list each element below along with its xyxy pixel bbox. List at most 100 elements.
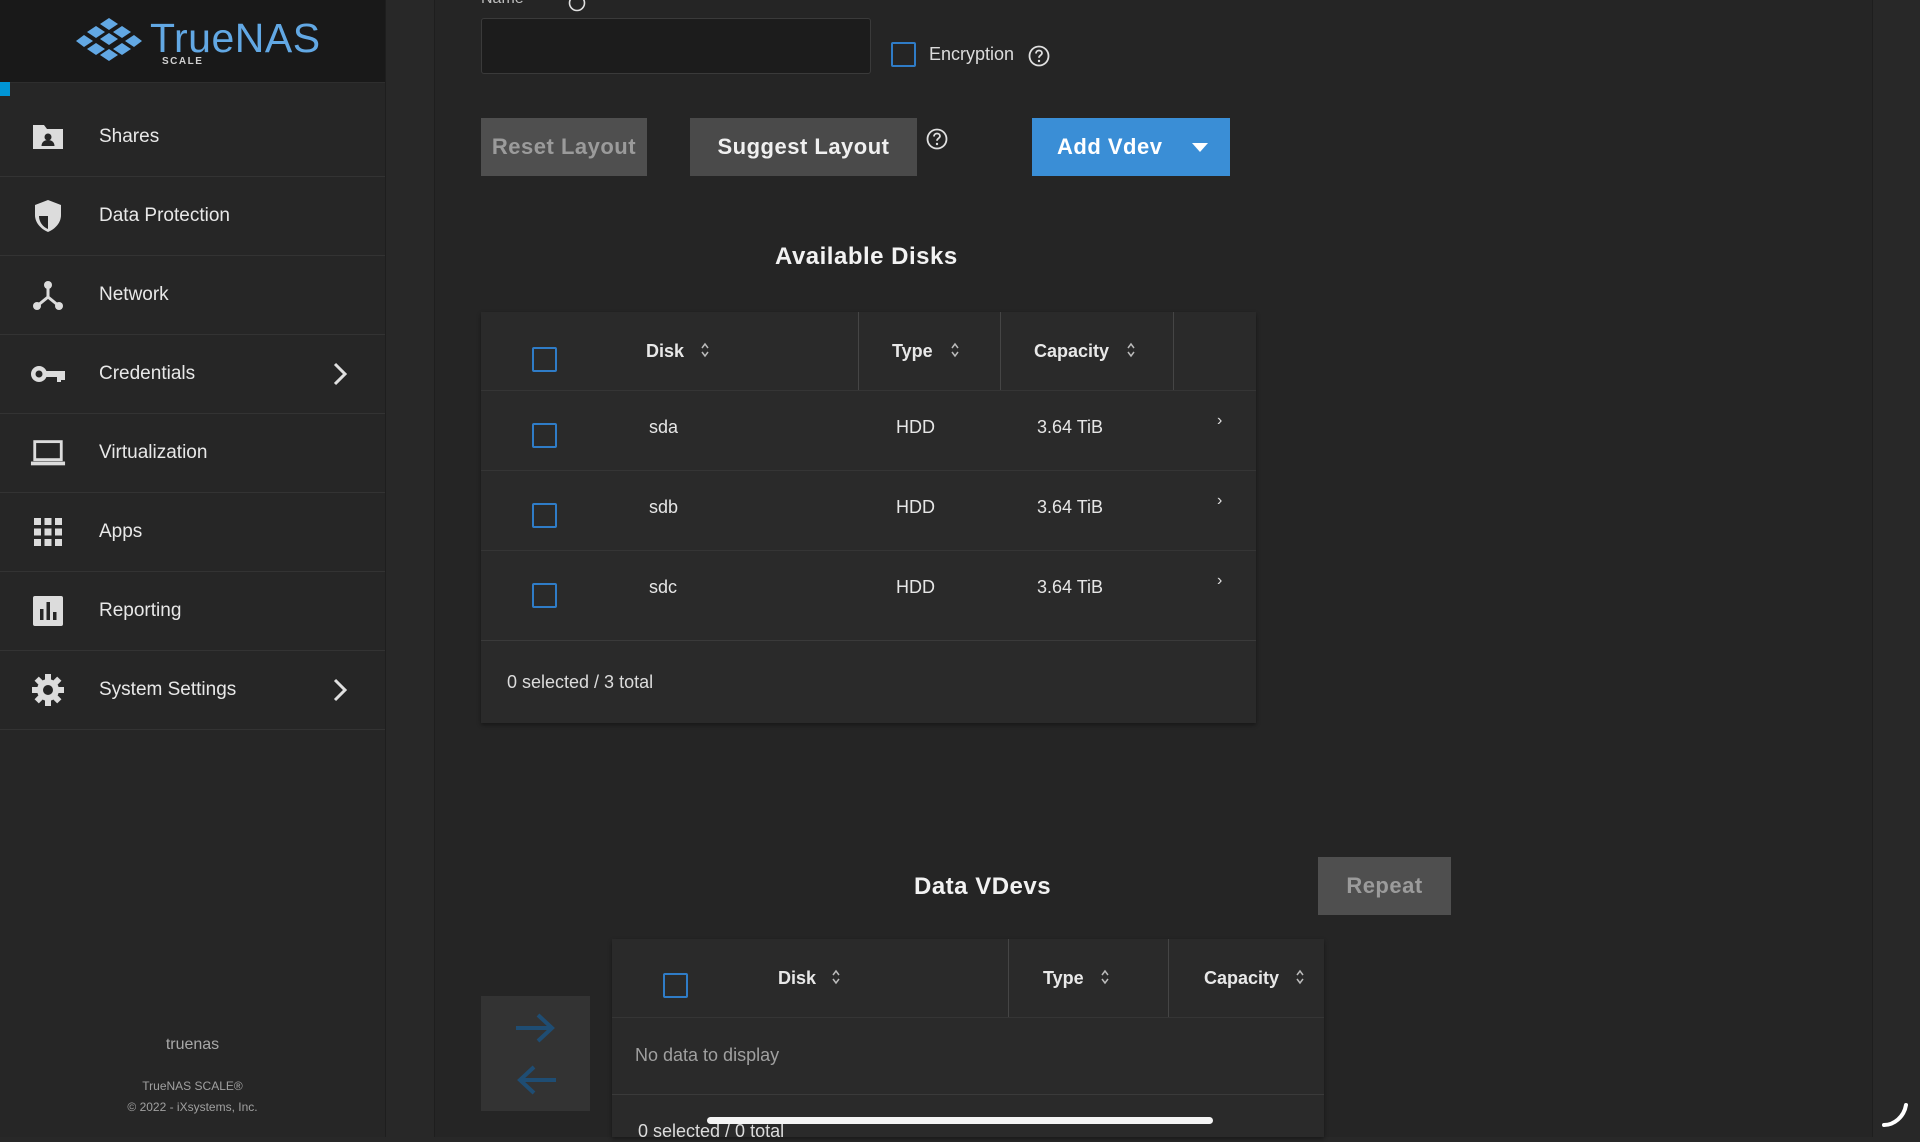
copyright: © 2022 - iXsystems, Inc. [127, 1100, 258, 1114]
sort-icon[interactable] [700, 341, 710, 359]
sidebar-item-label: Data Protection [99, 205, 230, 226]
sort-icon[interactable] [1295, 968, 1305, 986]
column-divider [1173, 312, 1174, 390]
column-header-disk[interactable]: Disk [778, 968, 816, 989]
sidebar-item-label: Shares [99, 126, 160, 147]
sidebar-item-network[interactable]: Network [0, 256, 385, 335]
column-header-disk[interactable]: Disk [646, 341, 684, 362]
logo-edition: SCALE [162, 56, 204, 67]
active-indicator [0, 82, 10, 96]
laptop-icon [30, 437, 66, 469]
move-disks-control [481, 996, 590, 1111]
sidebar-item-data-protection[interactable]: Data Protection [0, 177, 385, 256]
type-cell: HDD [896, 577, 935, 597]
row-divider [481, 640, 1256, 641]
data-vdevs-title: Data VDevs [914, 873, 1052, 900]
sidebar-nav: Shares Data Protection Network Credentia… [0, 98, 385, 730]
sidebar-item-label: Virtualization [99, 442, 208, 463]
pool-name-input[interactable] [481, 18, 871, 74]
chevron-right-icon [330, 677, 350, 703]
sidebar-item-system-settings[interactable]: System Settings [0, 651, 385, 730]
disk-cell: sdc [649, 577, 678, 597]
caret-down-icon[interactable] [1192, 143, 1208, 152]
type-cell: HDD [896, 497, 935, 517]
capacity-cell: 3.64 TiB [1037, 497, 1104, 517]
sidebar-item-virtualization[interactable]: Virtualization [0, 414, 385, 493]
add-vdev-label: Add Vdev [1057, 134, 1163, 159]
sidebar: TrueNAS SCALE Shares Data Protection Net… [0, 0, 386, 1137]
logo-name: TrueNAS [150, 15, 321, 61]
sidebar-item-label: Reporting [99, 600, 182, 621]
product-info: TrueNAS SCALE® © 2022 - iXsystems, Inc. [0, 1076, 385, 1118]
horizontal-scrollbar[interactable] [707, 1117, 1213, 1124]
chevron-right-icon [330, 361, 350, 387]
column-divider [858, 312, 859, 390]
folder-shared-icon [30, 121, 66, 153]
available-disks-table: Disk Type Capacity sda HDD 3.64 TiB › sd… [481, 312, 1256, 723]
encryption-checkbox[interactable] [891, 42, 916, 67]
capacity-cell: 3.64 TiB [1037, 417, 1104, 437]
product-name: TrueNAS SCALE® [142, 1079, 243, 1093]
sidebar-item-label: Apps [99, 521, 143, 542]
column-header-capacity[interactable]: Capacity [1204, 968, 1279, 989]
repeat-button[interactable]: Repeat [1318, 857, 1451, 915]
row-checkbox[interactable] [532, 423, 557, 448]
reset-layout-button[interactable]: Reset Layout [481, 118, 647, 176]
empty-message: No data to display [635, 1045, 780, 1065]
row-divider [481, 390, 1256, 391]
sort-icon[interactable] [950, 341, 960, 359]
column-header-type[interactable]: Type [892, 341, 933, 362]
sidebar-item-label: Credentials [99, 363, 196, 384]
select-all-checkbox[interactable] [532, 347, 557, 372]
selection-summary: 0 selected / 0 total [638, 1121, 785, 1141]
column-header-type[interactable]: Type [1043, 968, 1084, 989]
sidebar-item-credentials[interactable]: Credentials [0, 335, 385, 414]
add-vdev-button[interactable]: Add Vdev [1032, 118, 1230, 176]
type-cell: HDD [896, 417, 935, 437]
sort-icon[interactable] [831, 968, 841, 986]
shield-icon [30, 200, 66, 232]
row-divider [481, 550, 1256, 551]
apps-grid-icon [30, 516, 66, 548]
expand-row-icon[interactable]: › [1217, 412, 1222, 430]
gear-icon [30, 674, 66, 706]
arrow-left-icon[interactable] [512, 1062, 560, 1098]
help-icon[interactable] [926, 128, 948, 150]
disk-cell: sdb [649, 497, 679, 517]
row-checkbox[interactable] [532, 583, 557, 608]
data-vdevs-table: Disk Type Capacity No data to display 0 … [612, 939, 1324, 1141]
column-header-capacity[interactable]: Capacity [1034, 341, 1109, 362]
select-all-checkbox[interactable] [663, 973, 688, 998]
column-divider [1168, 939, 1169, 1017]
sidebar-item-label: System Settings [99, 679, 237, 700]
expand-row-icon[interactable]: › [1217, 492, 1222, 510]
name-field-label: Name [481, 0, 524, 8]
arrow-right-icon[interactable] [512, 1010, 560, 1046]
disk-cell: sda [649, 417, 679, 437]
suggest-layout-button[interactable]: Suggest Layout [690, 118, 917, 176]
help-icon[interactable] [1028, 45, 1050, 67]
selection-summary: 0 selected / 3 total [507, 672, 654, 692]
expand-row-icon[interactable]: › [1217, 572, 1222, 590]
truenas-logo-icon [76, 18, 142, 61]
sidebar-item-apps[interactable]: Apps [0, 493, 385, 572]
capacity-cell: 3.64 TiB [1037, 577, 1104, 597]
help-icon[interactable] [568, 0, 586, 12]
sort-icon[interactable] [1126, 341, 1136, 359]
sidebar-item-shares[interactable]: Shares [0, 98, 385, 177]
available-disks-title: Available Disks [775, 243, 958, 270]
column-divider [1008, 939, 1009, 1017]
resize-handle-icon[interactable] [1880, 1099, 1910, 1129]
row-divider [481, 470, 1256, 471]
sidebar-item-reporting[interactable]: Reporting [0, 572, 385, 651]
logo-bar: TrueNAS SCALE [0, 0, 385, 83]
key-icon [30, 358, 66, 390]
sort-icon[interactable] [1100, 968, 1110, 986]
bar-chart-icon [30, 595, 66, 627]
row-checkbox[interactable] [532, 503, 557, 528]
network-hub-icon [30, 279, 66, 311]
row-divider [612, 1094, 1324, 1095]
encryption-label: Encryption [929, 44, 1015, 64]
row-divider [612, 1017, 1324, 1018]
sidebar-item-label: Network [99, 284, 169, 305]
